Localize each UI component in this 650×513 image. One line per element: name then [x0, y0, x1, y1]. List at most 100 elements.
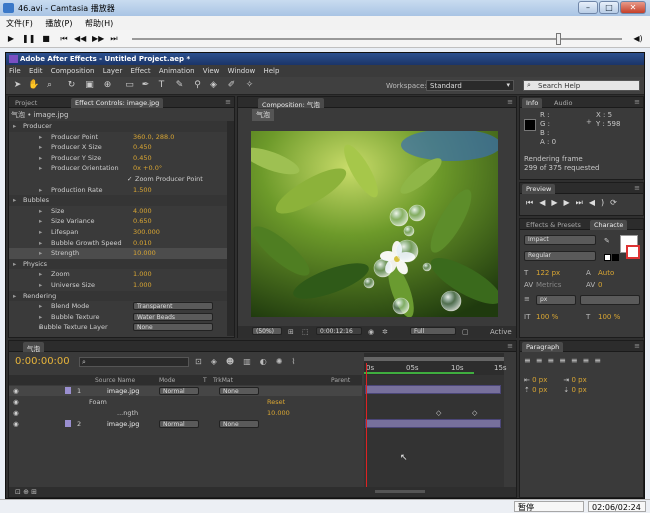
space-before-value[interactable]: 0 px: [532, 386, 547, 394]
property-row[interactable]: Blend Mode ▸ Transparent: [9, 301, 229, 312]
play-preview-icon[interactable]: ▶: [551, 198, 563, 207]
property-value[interactable]: 360.0, 288.0: [133, 133, 174, 141]
minimize-button[interactable]: –: [578, 1, 598, 14]
eraser-tool-icon[interactable]: ◈: [208, 80, 219, 91]
search-help-input[interactable]: ⌕ Search Help: [523, 80, 640, 91]
ae-menu-effect[interactable]: Effect: [127, 65, 153, 75]
property-row[interactable]: Size Variance ▸ 0.650: [9, 216, 229, 227]
active-camera-label[interactable]: Active: [490, 328, 512, 336]
ae-menu-view[interactable]: View: [200, 65, 223, 75]
layer-color-label[interactable]: [65, 420, 71, 427]
comp-panel-menu-icon[interactable]: ≡: [507, 98, 513, 106]
roi-icon[interactable]: ▢: [462, 328, 469, 336]
puppet-tool-icon[interactable]: ✧: [244, 80, 255, 91]
pen-tool-icon[interactable]: ✒: [140, 80, 151, 91]
property-value[interactable]: Transparent: [133, 302, 213, 311]
tab-preview[interactable]: Preview: [522, 184, 556, 194]
time-zoom-slider[interactable]: [375, 490, 425, 493]
tracking-value[interactable]: 0: [598, 281, 602, 289]
tab-effects-presets[interactable]: Effects & Presets: [522, 220, 585, 230]
seek-handle[interactable]: [556, 33, 561, 45]
leading-value[interactable]: Auto: [598, 269, 614, 277]
blend-mode-select[interactable]: Normal: [159, 387, 199, 395]
panel-menu-icon[interactable]: ≡: [225, 98, 231, 106]
toggle-switches-icon[interactable]: ⊡ ⊕ ⊞: [15, 488, 37, 496]
eyedropper-icon[interactable]: ✎: [604, 237, 610, 245]
property-value[interactable]: 1.500: [133, 186, 152, 194]
layer-color-label[interactable]: [69, 398, 75, 405]
stamp-tool-icon[interactable]: ⚲: [192, 80, 203, 91]
paragraph-menu-icon[interactable]: ≡: [634, 342, 640, 350]
disclosure-triangle-icon[interactable]: ▸: [39, 217, 42, 225]
property-row[interactable]: Bubble Growth Speed ▸ 0.010: [9, 238, 229, 249]
disclosure-triangle-icon[interactable]: ▸: [39, 164, 42, 172]
skip-start-icon[interactable]: ⏮: [58, 33, 70, 45]
kerning-value[interactable]: Metrics: [536, 281, 561, 289]
property-value[interactable]: 1.000: [133, 270, 152, 278]
rectangle-tool-icon[interactable]: ▭: [124, 80, 135, 91]
property-group[interactable]: Rendering ▸: [9, 290, 229, 302]
ae-menu-edit[interactable]: Edit: [26, 65, 46, 75]
justify-all-icon[interactable]: ≡: [594, 356, 606, 365]
disclosure-triangle-icon[interactable]: ▸: [39, 249, 42, 257]
property-value[interactable]: 1.000: [133, 281, 152, 289]
ae-menu-file[interactable]: File: [6, 65, 24, 75]
property-row[interactable]: Producer X Size ▸ 0.450: [9, 142, 229, 153]
track-matte-select[interactable]: None: [219, 420, 259, 428]
disclosure-triangle-icon[interactable]: ▸: [13, 292, 16, 300]
roto-brush-icon[interactable]: ✐: [226, 80, 237, 91]
property-value[interactable]: 4.000: [133, 207, 152, 215]
rewind-icon[interactable]: ◀◀: [74, 33, 86, 45]
maximize-button[interactable]: □: [599, 1, 619, 14]
selection-tool-icon[interactable]: ➤: [12, 80, 23, 91]
visibility-eye-icon[interactable]: ◉: [13, 420, 19, 428]
reset-link[interactable]: Reset: [267, 398, 285, 406]
menu-help[interactable]: 帮助(H): [79, 16, 117, 29]
property-row[interactable]: Producer Y Size ▸ 0.450: [9, 153, 229, 164]
volume-icon[interactable]: ◀): [632, 33, 644, 45]
font-size-value[interactable]: 122 px: [536, 269, 560, 277]
tab-info[interactable]: Info: [522, 98, 543, 108]
grid-icon[interactable]: ⬚: [302, 328, 309, 336]
frame-blend-icon[interactable]: ▥: [243, 357, 260, 366]
space-after-value[interactable]: 0 px: [571, 386, 586, 394]
zoom-producer-checkbox[interactable]: ✓: [127, 175, 132, 183]
preview-menu-icon[interactable]: ≡: [634, 184, 640, 192]
property-row[interactable]: Size ▸ 4.000: [9, 206, 229, 217]
indent-left-value[interactable]: 0 px: [532, 376, 547, 384]
last-frame-icon[interactable]: ⏭: [576, 198, 589, 207]
ae-menu-help[interactable]: Help: [260, 65, 282, 75]
disclosure-triangle-icon[interactable]: ▸: [39, 313, 42, 321]
disclosure-triangle-icon[interactable]: ▸: [39, 143, 42, 151]
loop-icon[interactable]: ⟳: [610, 198, 623, 207]
justify-left-icon[interactable]: ≡: [559, 356, 571, 365]
keyframe-icon[interactable]: ◇: [472, 409, 477, 417]
horizontal-scale-value[interactable]: 100 %: [598, 313, 620, 321]
align-right-icon[interactable]: ≡: [547, 356, 559, 365]
white-swatch[interactable]: [604, 254, 611, 261]
camera-tool-icon[interactable]: ▣: [84, 80, 95, 91]
property-value[interactable]: 0.010: [133, 239, 152, 247]
align-center-icon[interactable]: ≡: [536, 356, 548, 365]
black-swatch[interactable]: [612, 254, 619, 261]
disclosure-triangle-icon[interactable]: ▸: [39, 207, 42, 215]
audio-icon[interactable]: ◀): [589, 198, 610, 207]
property-value[interactable]: 10.000: [133, 249, 156, 257]
property-row[interactable]: Bubble Texture Layer ▸ None: [9, 322, 229, 333]
fast-forward-icon[interactable]: ▶▶: [92, 33, 104, 45]
indent-right-value[interactable]: 0 px: [571, 376, 586, 384]
disclosure-triangle-icon[interactable]: ▸: [39, 270, 42, 278]
tab-paragraph[interactable]: Paragraph: [522, 342, 564, 352]
font-style-select[interactable]: Regular: [524, 251, 596, 261]
effect-scrollbar[interactable]: [227, 121, 234, 336]
stop-icon[interactable]: ■: [40, 33, 52, 45]
disclosure-triangle-icon[interactable]: ▸: [39, 228, 42, 236]
disclosure-triangle-icon[interactable]: ▸: [39, 133, 42, 141]
tab-audio[interactable]: Audio: [550, 98, 576, 108]
rotate-tool-icon[interactable]: ↻: [66, 80, 77, 91]
justify-center-icon[interactable]: ≡: [571, 356, 583, 365]
ae-menu-layer[interactable]: Layer: [100, 65, 126, 75]
property-row[interactable]: Production Rate ▸ 1.500: [9, 185, 229, 196]
layer-color-label[interactable]: [65, 387, 71, 394]
property-row[interactable]: Lifespan ▸ 300.000: [9, 227, 229, 238]
